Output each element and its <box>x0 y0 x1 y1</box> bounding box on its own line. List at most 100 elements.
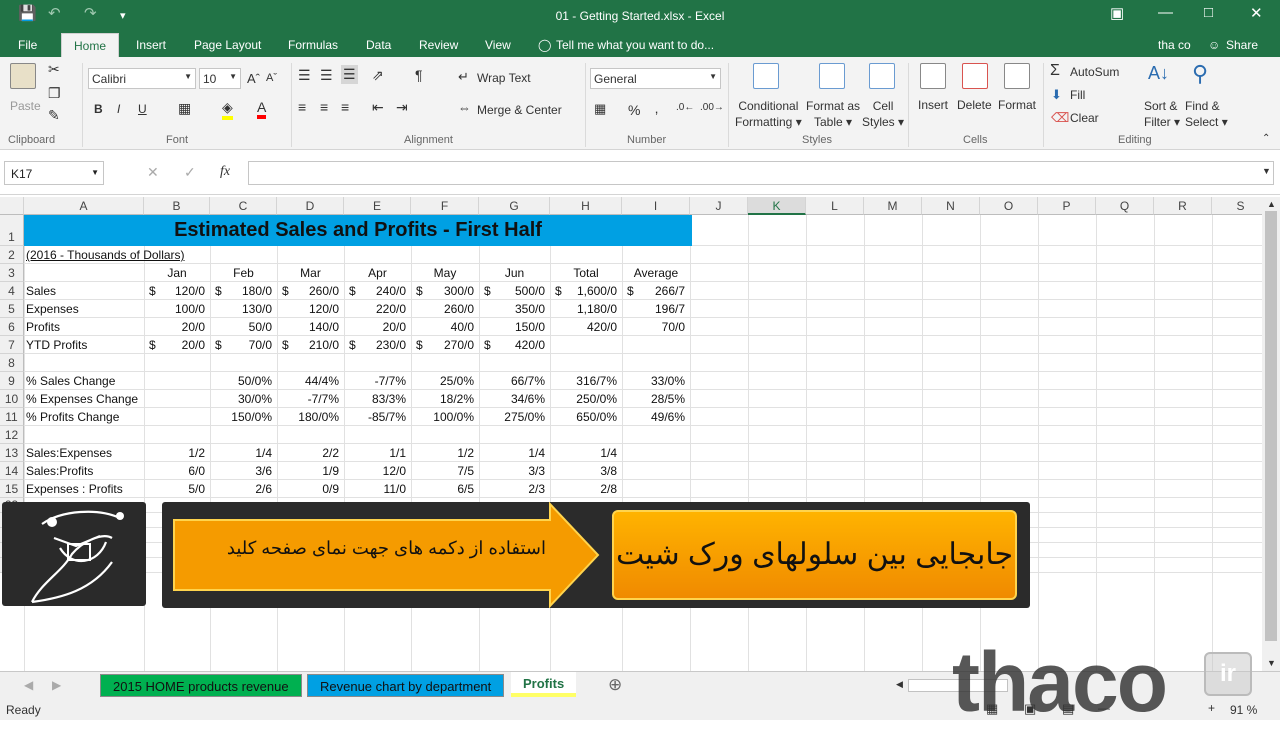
comma-icon[interactable]: ‚ <box>655 100 658 116</box>
data-cell[interactable]: 3/6 <box>210 462 277 480</box>
data-cell[interactable] <box>550 354 622 372</box>
row-header-1[interactable]: 1 <box>0 215 24 246</box>
collapse-ribbon-icon[interactable]: ⌃ <box>1262 133 1270 144</box>
hscroll-left-icon[interactable]: ◀ <box>896 679 903 690</box>
data-cell[interactable]: $266/7 <box>622 282 690 300</box>
column-header-c[interactable]: C <box>210 197 277 215</box>
row-header-5[interactable]: 5 <box>0 300 24 318</box>
paste-button[interactable]: Paste <box>10 99 41 113</box>
data-cell[interactable]: $1,600/0 <box>550 282 622 300</box>
find-select-button[interactable]: Find & Select ▾ <box>1185 98 1228 130</box>
row-label[interactable]: YTD Profits <box>24 336 144 354</box>
merge-center-button[interactable]: Merge & Center <box>477 103 562 117</box>
maximize-icon[interactable]: □ <box>1204 4 1213 21</box>
column-header-s[interactable]: S <box>1212 197 1262 215</box>
data-cell[interactable] <box>144 408 210 426</box>
decrease-font-icon[interactable]: Aˇ <box>266 72 277 84</box>
column-header-o[interactable]: O <box>980 197 1038 215</box>
indent-decrease-icon[interactable]: ⇤ <box>372 99 384 116</box>
align-left-icon[interactable]: ≡ <box>298 99 306 115</box>
data-cell[interactable]: 12/0 <box>344 462 411 480</box>
data-cell[interactable]: 1/2 <box>144 444 210 462</box>
data-cell[interactable]: 3/8 <box>550 462 622 480</box>
tab-insert[interactable]: Insert <box>136 38 166 52</box>
data-cell[interactable] <box>479 354 550 372</box>
data-cell[interactable]: 0/9 <box>277 480 344 498</box>
format-cells-icon[interactable] <box>1004 63 1030 92</box>
tab-home[interactable]: Home <box>61 33 120 57</box>
insert-cells-button[interactable]: Insert <box>918 98 948 112</box>
align-center-icon[interactable]: ≡ <box>320 99 328 115</box>
sheet-tab-profits[interactable]: Profits <box>511 672 577 697</box>
data-cell[interactable]: 2/3 <box>479 480 550 498</box>
row-header-11[interactable]: 11 <box>0 408 24 426</box>
select-all-corner[interactable] <box>0 197 24 215</box>
italic-icon[interactable]: I <box>117 102 120 116</box>
month-header[interactable]: Total <box>550 264 622 282</box>
data-cell[interactable]: 30/0% <box>210 390 277 408</box>
zoom-in-icon[interactable]: + <box>1208 701 1215 715</box>
row-header-2[interactable]: 2 <box>0 246 24 264</box>
align-right-icon[interactable]: ≡ <box>341 99 349 115</box>
insert-cells-icon[interactable] <box>920 63 946 92</box>
data-cell[interactable] <box>622 462 690 480</box>
data-cell[interactable] <box>622 480 690 498</box>
data-cell[interactable]: 180/0% <box>277 408 344 426</box>
close-icon[interactable]: ✕ <box>1250 4 1263 22</box>
font-name-select[interactable]: Calibri ▼ <box>88 68 196 89</box>
number-format-select[interactable]: General ▼ <box>590 68 721 89</box>
clear-icon[interactable]: ⌫ <box>1051 110 1069 126</box>
data-cell[interactable]: $210/0 <box>277 336 344 354</box>
column-header-k[interactable]: K <box>748 197 806 215</box>
data-cell[interactable] <box>622 444 690 462</box>
data-cell[interactable]: 6/5 <box>411 480 479 498</box>
conditional-formatting-button[interactable]: Conditional Formatting ▾ <box>735 98 802 130</box>
data-cell[interactable]: 11/0 <box>344 480 411 498</box>
data-cell[interactable]: 1,180/0 <box>550 300 622 318</box>
month-header[interactable]: May <box>411 264 479 282</box>
data-cell[interactable] <box>411 354 479 372</box>
copy-icon[interactable]: ❐ <box>48 85 61 102</box>
data-cell[interactable]: 150/0 <box>479 318 550 336</box>
data-cell[interactable]: 260/0 <box>411 300 479 318</box>
row-label[interactable]: Expenses : Profits <box>24 480 144 498</box>
wrap-text-icon[interactable]: ↵ <box>458 69 469 85</box>
find-select-icon[interactable]: ⚲ <box>1192 61 1208 87</box>
share-button[interactable]: Share <box>1226 38 1258 52</box>
data-cell[interactable] <box>277 354 344 372</box>
increase-font-icon[interactable]: Aˆ <box>247 71 260 86</box>
data-cell[interactable]: -85/7% <box>344 408 411 426</box>
column-header-q[interactable]: Q <box>1096 197 1154 215</box>
data-cell[interactable]: 100/0 <box>144 300 210 318</box>
column-header-m[interactable]: M <box>864 197 922 215</box>
format-painter-icon[interactable]: ✎ <box>48 107 60 124</box>
conditional-formatting-icon[interactable] <box>753 63 779 92</box>
data-cell[interactable]: 350/0 <box>479 300 550 318</box>
data-cell[interactable]: 1/1 <box>344 444 411 462</box>
month-header[interactable]: Average <box>622 264 690 282</box>
data-cell[interactable]: 1/4 <box>550 444 622 462</box>
data-cell[interactable] <box>622 426 690 444</box>
accounting-format-icon[interactable]: ▦ <box>594 101 606 117</box>
data-cell[interactable] <box>550 426 622 444</box>
indent-increase-icon[interactable]: ⇥ <box>396 99 408 116</box>
cancel-icon[interactable]: ✕ <box>147 164 159 181</box>
minimize-icon[interactable]: — <box>1158 4 1173 21</box>
data-cell[interactable]: 5/0 <box>144 480 210 498</box>
row-header-6[interactable]: 6 <box>0 318 24 336</box>
row-label[interactable]: Sales:Expenses <box>24 444 144 462</box>
column-header-b[interactable]: B <box>144 197 210 215</box>
sort-filter-icon[interactable]: A↓ <box>1148 63 1169 84</box>
data-cell[interactable]: 420/0 <box>550 318 622 336</box>
row-header-13[interactable]: 13 <box>0 444 24 462</box>
tab-review[interactable]: Review <box>419 38 458 52</box>
format-as-table-icon[interactable] <box>819 63 845 92</box>
row-header-14[interactable]: 14 <box>0 462 24 480</box>
row-header-7[interactable]: 7 <box>0 336 24 354</box>
autosum-icon[interactable]: Σ <box>1050 62 1060 80</box>
column-header-l[interactable]: L <box>806 197 864 215</box>
data-cell[interactable] <box>622 336 690 354</box>
data-cell[interactable]: 2/2 <box>277 444 344 462</box>
data-cell[interactable]: 50/0% <box>210 372 277 390</box>
cell-styles-icon[interactable] <box>869 63 895 92</box>
